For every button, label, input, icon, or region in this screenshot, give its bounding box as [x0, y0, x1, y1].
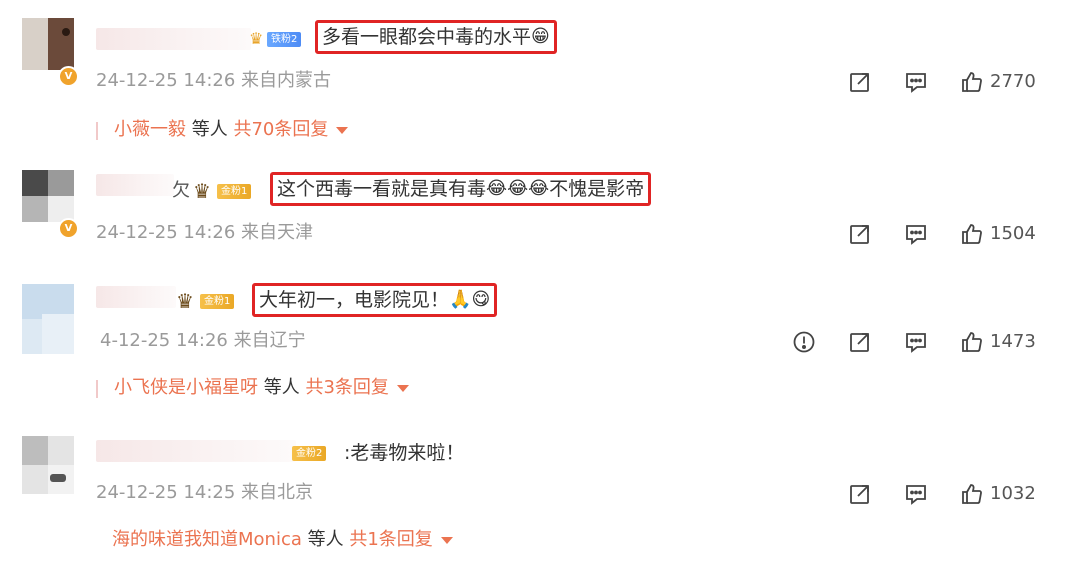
report-icon[interactable] — [792, 330, 816, 354]
share-icon[interactable] — [848, 482, 872, 506]
like-count: 1504 — [990, 223, 1036, 244]
crown-icon: ♛ — [249, 29, 264, 48]
like-count: 2770 — [990, 71, 1036, 92]
comment-text: 这个西毒一看就是真有毒😂😂😂不愧是影帝 — [270, 172, 652, 206]
like-icon[interactable] — [960, 70, 984, 94]
share-icon[interactable] — [848, 330, 872, 354]
comment-icon[interactable] — [904, 70, 928, 94]
comment-text-body: 多看一眼都会中毒的水平 — [322, 26, 532, 48]
like-count: 1032 — [990, 483, 1036, 504]
reply-etc: 等人 — [301, 529, 350, 550]
fan-badge: 金粉2 — [290, 444, 340, 463]
comment-item: V 欠 ♛ 金粉1 这个西毒一看就是真有毒😂😂😂不愧是影帝 24-12-25 1… — [0, 170, 1080, 250]
like-icon[interactable] — [960, 482, 984, 506]
laugh-cry-emoji: 😂 — [486, 178, 508, 199]
comment-icon[interactable] — [904, 482, 928, 506]
reply-users[interactable]: 海的味道我知道Monica — [112, 529, 302, 550]
chevron-down-icon[interactable] — [396, 384, 409, 392]
reply-divider — [96, 380, 98, 398]
comment-text-body: 大年初一，电影院见！ — [259, 289, 450, 311]
reply-users[interactable]: 小飞侠是小福星呀 — [114, 377, 258, 398]
pray-emoji: 🙏 — [449, 289, 472, 310]
comment-meta: 24-12-25 14:26 来自天津 — [96, 222, 314, 243]
reply-etc: 等人 — [258, 377, 306, 398]
comment-icon[interactable] — [904, 330, 928, 354]
like-count: 1473 — [990, 331, 1036, 352]
crown-icon: ♛ — [193, 179, 211, 203]
comment-actions: 1504 — [848, 222, 1060, 248]
fan-badge-label: 金粉1 — [217, 184, 252, 199]
verified-icon: V — [58, 218, 79, 239]
reply-link[interactable]: 海的味道我知道Monica 等人 共1条回复 — [112, 528, 453, 552]
fan-badge: ♛ 金粉1 — [176, 289, 246, 313]
yum-emoji: 😋 — [471, 289, 491, 310]
verified-icon: V — [58, 66, 79, 87]
reply-count[interactable]: 共70条回复 — [233, 119, 328, 140]
comment-text: 大年初一，电影院见！🙏😋 — [252, 283, 498, 317]
chevron-down-icon[interactable] — [440, 536, 453, 544]
share-icon[interactable] — [848, 222, 872, 246]
comment-actions: 2770 — [848, 70, 1060, 96]
username[interactable] — [96, 440, 296, 462]
like-icon[interactable] — [960, 222, 984, 246]
comment-actions: 1473 — [792, 330, 1060, 356]
fan-badge-label: 铁粉2 — [267, 32, 302, 47]
reply-link[interactable]: 小薇一毅 等人 共70条回复 — [114, 118, 349, 142]
comment-icon[interactable] — [904, 222, 928, 246]
grin-emoji: 😁 — [531, 26, 550, 47]
comment-meta: 24-12-25 14:25 来自北京 — [96, 482, 314, 503]
reply-etc: 等人 — [186, 119, 234, 140]
like-icon[interactable] — [960, 330, 984, 354]
comment-text-body: 这个西毒一看就是真有毒 — [277, 178, 487, 200]
username[interactable] — [96, 286, 176, 308]
comment-item: V ♛ 铁粉2 多看一眼都会中毒的水平😁 24-12-25 14:26 来自内蒙… — [0, 18, 1080, 148]
share-icon[interactable] — [848, 70, 872, 94]
reply-divider — [96, 122, 98, 140]
chevron-down-icon[interactable] — [336, 126, 349, 134]
comment-meta: 24-12-25 14:26 来自内蒙古 — [96, 70, 332, 91]
reply-users[interactable]: 小薇一毅 — [114, 119, 186, 140]
laugh-cry-emoji: 😂 — [528, 178, 550, 199]
comment-text: :老毒物来啦！ — [344, 442, 465, 464]
username-fragment: 欠 — [172, 180, 190, 201]
comment-meta: 4-12-25 14:26 来自辽宁 — [100, 330, 306, 351]
comment-actions: 1032 — [848, 482, 1060, 508]
fan-badge-label: 金粉1 — [200, 294, 235, 309]
comment-item: 金粉2 :老毒物来啦！ 24-12-25 14:25 来自北京 1032 海的味… — [0, 436, 1080, 566]
reply-count[interactable]: 共1条回复 — [349, 529, 432, 550]
comment-text: 多看一眼都会中毒的水平😁 — [315, 20, 557, 54]
crown-icon: ♛ — [176, 289, 194, 313]
avatar[interactable] — [22, 436, 74, 494]
avatar[interactable] — [22, 18, 74, 70]
username[interactable] — [96, 174, 174, 196]
reply-link[interactable]: 小飞侠是小福星呀 等人 共3条回复 — [114, 376, 409, 400]
comment-item: ♛ 金粉1 大年初一，电影院见！🙏😋 4-12-25 14:26 来自辽宁 14… — [0, 283, 1080, 404]
laugh-cry-emoji: 😂 — [507, 178, 529, 199]
avatar[interactable] — [22, 170, 74, 222]
reply-count[interactable]: 共3条回复 — [305, 377, 388, 398]
comment-text-tail: 不愧是影帝 — [549, 178, 645, 200]
fan-badge-label: 金粉2 — [292, 446, 327, 461]
fan-badge: ♛ 金粉1 — [193, 179, 263, 203]
fan-badge: ♛ 铁粉2 — [249, 30, 307, 49]
username[interactable] — [96, 28, 251, 50]
avatar[interactable] — [22, 284, 74, 354]
